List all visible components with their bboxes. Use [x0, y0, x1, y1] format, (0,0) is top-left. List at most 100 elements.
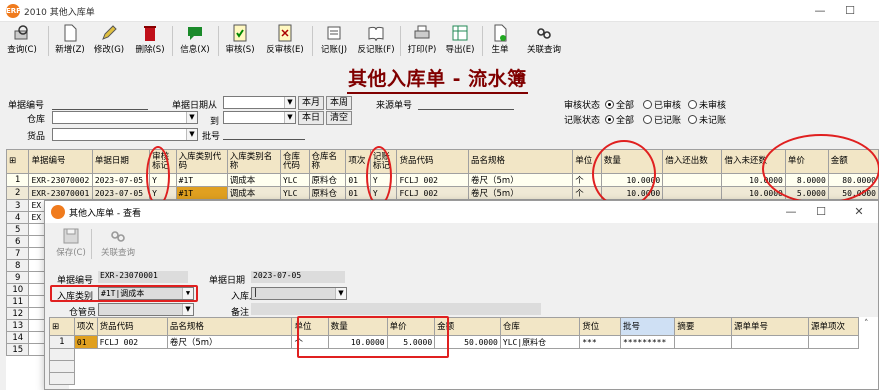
query-button[interactable]: 查询(C) [4, 24, 40, 58]
dialog-grid-table: ⊞ 项次 货品代码 品名规格 单位 数量 单价 金额 仓库 货位 批号 摘要 源… [49, 317, 859, 385]
doc-no-input[interactable] [52, 98, 148, 110]
col-header[interactable]: 仓库代码 [279, 149, 310, 174]
edit-icon [102, 25, 117, 40]
link-icon [111, 231, 125, 242]
dialog-close-button[interactable]: ✕ [849, 204, 869, 220]
dialog-save-button[interactable]: 保存(C) [53, 227, 89, 261]
batch-label: 批号 [202, 132, 221, 142]
edit-button[interactable]: 修改(G) [90, 24, 128, 58]
audit-all-radio[interactable]: 全部 [605, 98, 634, 111]
audit-status-label: 审核状态 [564, 101, 601, 111]
warehouse-select[interactable]: ▼ [52, 111, 198, 124]
warehouse-label: 仓库 [27, 115, 46, 125]
chevron-down-icon: ▼ [182, 304, 193, 315]
dialog-maximize-button[interactable]: ☐ [811, 204, 831, 220]
audit-approved-radio[interactable]: 已审核 [643, 98, 681, 111]
grid-corner-icon[interactable]: ⊞ [49, 317, 75, 336]
goods-select[interactable]: ▼ [52, 128, 198, 141]
info-icon [188, 27, 202, 40]
chevron-down-icon: ▼ [284, 112, 295, 123]
delete-button[interactable]: 删除(S) [130, 24, 170, 58]
table-row[interactable]: 2 EXR-23070001 2023-07-05 Y #1T 调成本 YLC … [5, 186, 879, 200]
radio-icon [688, 115, 697, 124]
scroll-up-icon[interactable]: ˄ [864, 319, 876, 329]
table-row[interactable]: 1 EXR-23070002 2023-07-05 Y #1T 调成本 YLC … [5, 173, 879, 187]
toolbar: 查询(C) 新增(Z) 修改(G) 删除(S) 信息(X) 审核(S) 反审核(… [0, 22, 879, 60]
date-from-label: 单据日期从 [172, 101, 218, 111]
print-icon [414, 25, 430, 39]
this-month-button[interactable]: 本月 [298, 96, 324, 110]
today-button[interactable]: 本日 [298, 111, 324, 125]
dialog-keeper-select[interactable]: ▼ [98, 303, 194, 316]
annotation-qty-price-amount [297, 316, 449, 358]
table-row[interactable]: 1 01 FCLJ 002 卷尺（5m） 个 10.0000 5.0000 50… [49, 335, 859, 349]
toolbar-separator [91, 229, 92, 259]
unapprove-button[interactable]: 反审核(E) [262, 24, 308, 58]
related-query-button[interactable]: 关联查询 [522, 24, 566, 58]
export-button[interactable]: 导出(E) [442, 24, 478, 58]
batch-input[interactable] [223, 128, 305, 140]
dialog-remark-input[interactable] [251, 303, 541, 315]
app-logo-icon: ERP [6, 4, 21, 18]
col-header[interactable]: 入库类别代码 [175, 149, 228, 174]
generate-button[interactable]: 生单 [486, 24, 514, 58]
export-icon [452, 25, 468, 41]
dialog-date-value: 2023-07-05 [251, 271, 345, 283]
toolbar-separator [400, 26, 401, 56]
goods-label: 货品 [27, 132, 46, 142]
dialog-receiver-select[interactable]: | ▼ [251, 287, 347, 300]
new-button[interactable]: 新增(Z) [52, 24, 88, 58]
col-header[interactable]: 品名规格 [467, 149, 574, 174]
source-no-label: 来源单号 [376, 101, 413, 111]
book-button[interactable]: 记账(J) [316, 24, 352, 58]
approve-button[interactable]: 审核(S) [222, 24, 258, 58]
chevron-down-icon: ▼ [284, 97, 295, 108]
dialog-minimize-button[interactable]: — [781, 204, 801, 220]
source-no-input[interactable] [418, 98, 514, 110]
col-header[interactable]: 仓库名称 [308, 149, 347, 174]
chevron-down-icon: ▼ [186, 129, 197, 140]
grid-header-row: ⊞ 单据编号 单据日期 审核标记 入库类别代码 入库类别名称 仓库代码 仓库名称… [5, 149, 879, 174]
info-button[interactable]: 信息(X) [176, 24, 214, 58]
col-header[interactable]: 货品代码 [396, 149, 469, 174]
date-from-picker[interactable]: ▼ [223, 96, 296, 109]
date-to-picker[interactable]: ▼ [223, 111, 296, 124]
col-header[interactable]: 单据日期 [91, 149, 151, 174]
this-week-button[interactable]: 本周 [326, 96, 352, 110]
link-icon [537, 28, 551, 39]
toolbar-separator [48, 26, 49, 56]
col-header[interactable]: 借入还出数 [662, 149, 723, 174]
col-header[interactable]: 入库类别名称 [226, 149, 281, 174]
print-button[interactable]: 打印(P) [404, 24, 440, 58]
annotation-price-amount-columns [762, 134, 879, 204]
dialog-date-label: 单据日期 [209, 276, 246, 286]
save-icon [63, 228, 79, 244]
radio-icon [688, 100, 697, 109]
annotation-book-column [366, 146, 392, 206]
audit-unapproved-radio[interactable]: 未审核 [688, 98, 726, 111]
maximize-button[interactable]: ☐ [840, 3, 860, 19]
clear-button[interactable]: 清空 [326, 111, 352, 125]
dialog-title: 其他入库单 - 查看 [69, 209, 141, 219]
page-title: 其他入库单 - 流水簿 [347, 64, 528, 94]
unapprove-icon [278, 24, 292, 42]
radio-selected-icon [605, 115, 614, 124]
search-icon [14, 25, 28, 40]
unbook-icon [368, 26, 384, 42]
book-unbooked-radio[interactable]: 未记账 [688, 113, 726, 126]
new-doc-icon [64, 24, 77, 42]
book-all-radio[interactable]: 全部 [605, 113, 634, 126]
approve-icon [233, 24, 247, 42]
dialog-related-query-button[interactable]: 关联查询 [95, 227, 141, 261]
grid-corner-icon[interactable]: ⊞ [5, 149, 30, 174]
radio-selected-icon [605, 100, 614, 109]
toolbar-separator [482, 26, 483, 56]
window-titlebar: ERP 2010 其他入库单 — ☐ [0, 0, 879, 22]
chevron-down-icon: ▼ [335, 288, 346, 299]
dialog-doc-no-value: EXR-23070001 [98, 271, 188, 283]
col-header[interactable]: 单据编号 [28, 149, 93, 174]
book-booked-radio[interactable]: 已记账 [643, 113, 681, 126]
doc-no-label: 单据编号 [8, 101, 45, 111]
minimize-button[interactable]: — [810, 3, 830, 19]
unbook-button[interactable]: 反记账(F) [354, 24, 398, 58]
